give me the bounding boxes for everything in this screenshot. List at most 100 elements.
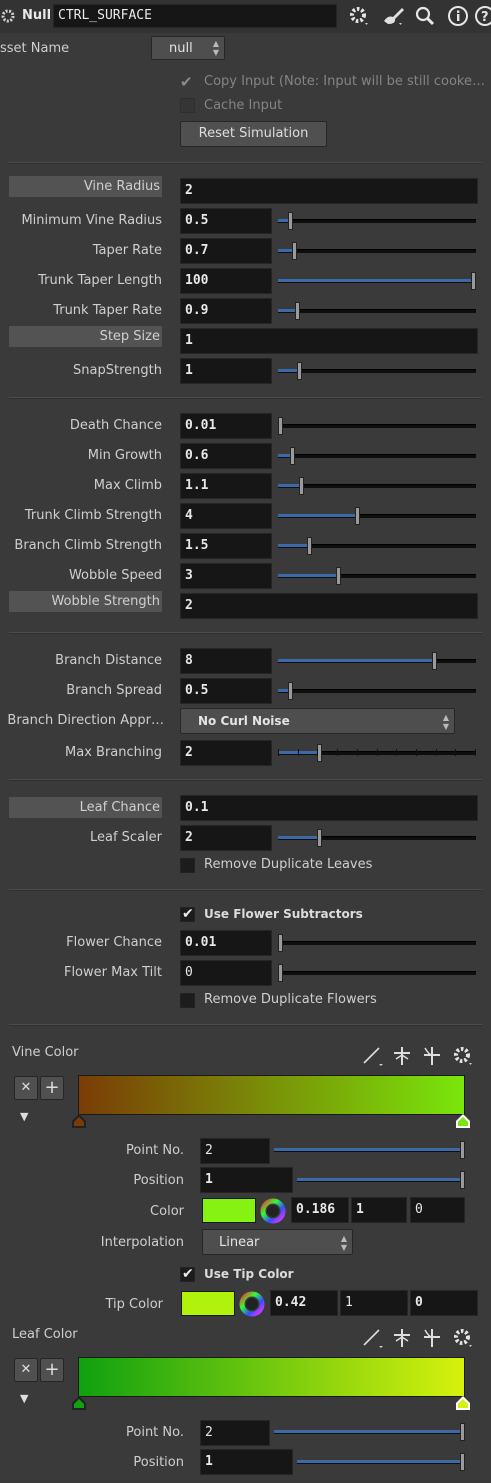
- tip-color-g-field[interactable]: 1: [340, 1290, 408, 1316]
- ramp-add-button[interactable]: +: [40, 1076, 64, 1100]
- flower-max-tilt-field[interactable]: 0: [180, 960, 272, 986]
- tip-color-b-field[interactable]: 0: [410, 1290, 478, 1316]
- ramp-key-start-marker[interactable]: [71, 1395, 87, 1410]
- separator: [9, 162, 482, 164]
- gear-icon[interactable]: [348, 5, 370, 31]
- interpolation-value: Linear: [219, 1235, 260, 1250]
- add-key-icon: [394, 1047, 410, 1065]
- param-field[interactable]: 1: [180, 358, 272, 384]
- tip-color-swatch[interactable]: [181, 1291, 235, 1316]
- leaf-chance-label: Leaf Chance: [9, 797, 162, 818]
- color-wheel-icon[interactable]: [260, 1198, 287, 1225]
- brush-icon[interactable]: [381, 5, 407, 31]
- asset-name-select[interactable]: null ▲ ▼: [151, 36, 225, 60]
- max-branching-field[interactable]: 2: [180, 740, 272, 766]
- vine-point-no-slider[interactable]: [274, 1141, 465, 1159]
- ramp-key-start-marker[interactable]: [71, 1113, 87, 1128]
- param-slider[interactable]: [278, 302, 476, 320]
- cache-input-checkbox[interactable]: [180, 98, 195, 113]
- param-label: Taper Rate: [92, 243, 162, 258]
- collapse-triangle-icon[interactable]: ▼: [20, 1392, 28, 1405]
- leaf-point-no-field[interactable]: 2: [200, 1420, 270, 1446]
- param-label: Trunk Taper Length: [38, 273, 162, 288]
- param-field[interactable]: 100: [180, 268, 272, 294]
- vine-color-ramp[interactable]: [78, 1075, 465, 1115]
- leaf-position-field[interactable]: 1: [200, 1449, 293, 1475]
- leaf-point-no-slider[interactable]: [274, 1423, 465, 1441]
- leaf-position-label: Position: [133, 1455, 184, 1470]
- branch-direction-select[interactable]: No Curl Noise ▲ ▼: [180, 708, 455, 734]
- branch-spread-slider[interactable]: [278, 682, 476, 700]
- param-slider[interactable]: [278, 537, 476, 555]
- branch-distance-field[interactable]: 8: [180, 648, 272, 674]
- remove-duplicate-flowers-checkbox[interactable]: [180, 993, 195, 1008]
- help-icon[interactable]: ?: [474, 5, 491, 31]
- param-field[interactable]: 0.6: [180, 443, 272, 469]
- param-field[interactable]: 1.5: [180, 533, 272, 559]
- ramp-key-end-marker[interactable]: [455, 1395, 471, 1410]
- vine-point-no-field[interactable]: 2: [200, 1138, 270, 1164]
- param-slider[interactable]: [278, 417, 476, 435]
- param-label: Trunk Climb Strength: [24, 508, 162, 523]
- param-label: Trunk Taper Rate: [53, 303, 162, 318]
- ramp-add-button[interactable]: +: [40, 1358, 64, 1382]
- param-field[interactable]: 0.5: [180, 208, 272, 234]
- param-slider[interactable]: [278, 212, 476, 230]
- tip-color-r-field[interactable]: 0.42: [270, 1290, 338, 1316]
- param-slider[interactable]: [278, 242, 476, 260]
- vine-color-g-field[interactable]: 1: [351, 1197, 407, 1223]
- flower-chance-slider[interactable]: [278, 934, 476, 952]
- param-field[interactable]: 4: [180, 503, 272, 529]
- vine-color-swatch[interactable]: [202, 1198, 256, 1223]
- leaf-chance-field[interactable]: 0.1: [180, 795, 478, 821]
- info-icon[interactable]: [447, 5, 469, 31]
- leaf-color-ramp[interactable]: [78, 1357, 465, 1397]
- remove-duplicate-leaves-label: Remove Duplicate Leaves: [204, 857, 373, 872]
- max-branching-slider[interactable]: [278, 744, 476, 762]
- param-slider[interactable]: [278, 272, 476, 290]
- param-field[interactable]: 1.1: [180, 473, 272, 499]
- param-slider[interactable]: [278, 362, 476, 380]
- vine-color-r-field[interactable]: 0.186: [291, 1197, 349, 1223]
- search-icon[interactable]: [414, 5, 436, 31]
- param-field[interactable]: 1: [180, 328, 478, 354]
- vine-position-slider[interactable]: [297, 1171, 465, 1189]
- param-slider[interactable]: [278, 447, 476, 465]
- collapse-triangle-icon[interactable]: ▼: [20, 1110, 28, 1123]
- branch-spread-field[interactable]: 0.5: [180, 678, 272, 704]
- param-field[interactable]: 2: [180, 593, 478, 619]
- param-slider[interactable]: [278, 567, 476, 585]
- branch-spread-label: Branch Spread: [66, 683, 162, 698]
- ramp-key-end-marker[interactable]: [455, 1113, 471, 1128]
- param-field[interactable]: 0.9: [180, 298, 272, 324]
- vine-color-b-field[interactable]: 0: [410, 1197, 465, 1223]
- param-field[interactable]: 3: [180, 563, 272, 589]
- remove-duplicate-leaves-checkbox[interactable]: [180, 858, 195, 873]
- flower-max-tilt-slider[interactable]: [278, 964, 476, 982]
- interpolation-select[interactable]: Linear ▲ ▼: [202, 1229, 353, 1255]
- node-name-field[interactable]: CTRL_SURFACE: [53, 4, 337, 28]
- param-slider[interactable]: [278, 507, 476, 525]
- branch-distance-label: Branch Distance: [55, 653, 162, 668]
- branch-distance-slider[interactable]: [278, 652, 476, 670]
- param-slider[interactable]: [278, 477, 476, 495]
- copy-input-checkbox[interactable]: ✔: [180, 73, 196, 91]
- flower-chance-field[interactable]: 0.01: [180, 930, 272, 956]
- ramp-delete-button[interactable]: ✕: [14, 1076, 38, 1100]
- param-field[interactable]: 0.7: [180, 238, 272, 264]
- param-field[interactable]: 2: [180, 178, 478, 204]
- node-gear-icon[interactable]: [0, 8, 16, 24]
- leaf-position-slider[interactable]: [297, 1453, 465, 1471]
- color-wheel-icon[interactable]: [239, 1291, 266, 1318]
- ramp-delete-button[interactable]: ✕: [14, 1358, 38, 1382]
- vine-position-field[interactable]: 1: [200, 1167, 293, 1193]
- leaf-scaler-field[interactable]: 2: [180, 825, 272, 851]
- use-flower-subtractors-checkbox[interactable]: ✔: [180, 907, 195, 922]
- add-key-icon: [394, 1329, 410, 1347]
- use-tip-color-checkbox[interactable]: ✔: [180, 1267, 195, 1282]
- separator: [9, 779, 482, 781]
- vine-point-no-label: Point No.: [126, 1143, 184, 1158]
- reset-simulation-button[interactable]: Reset Simulation: [180, 121, 327, 147]
- param-field[interactable]: 0.01: [180, 413, 272, 439]
- leaf-scaler-slider[interactable]: [278, 829, 476, 847]
